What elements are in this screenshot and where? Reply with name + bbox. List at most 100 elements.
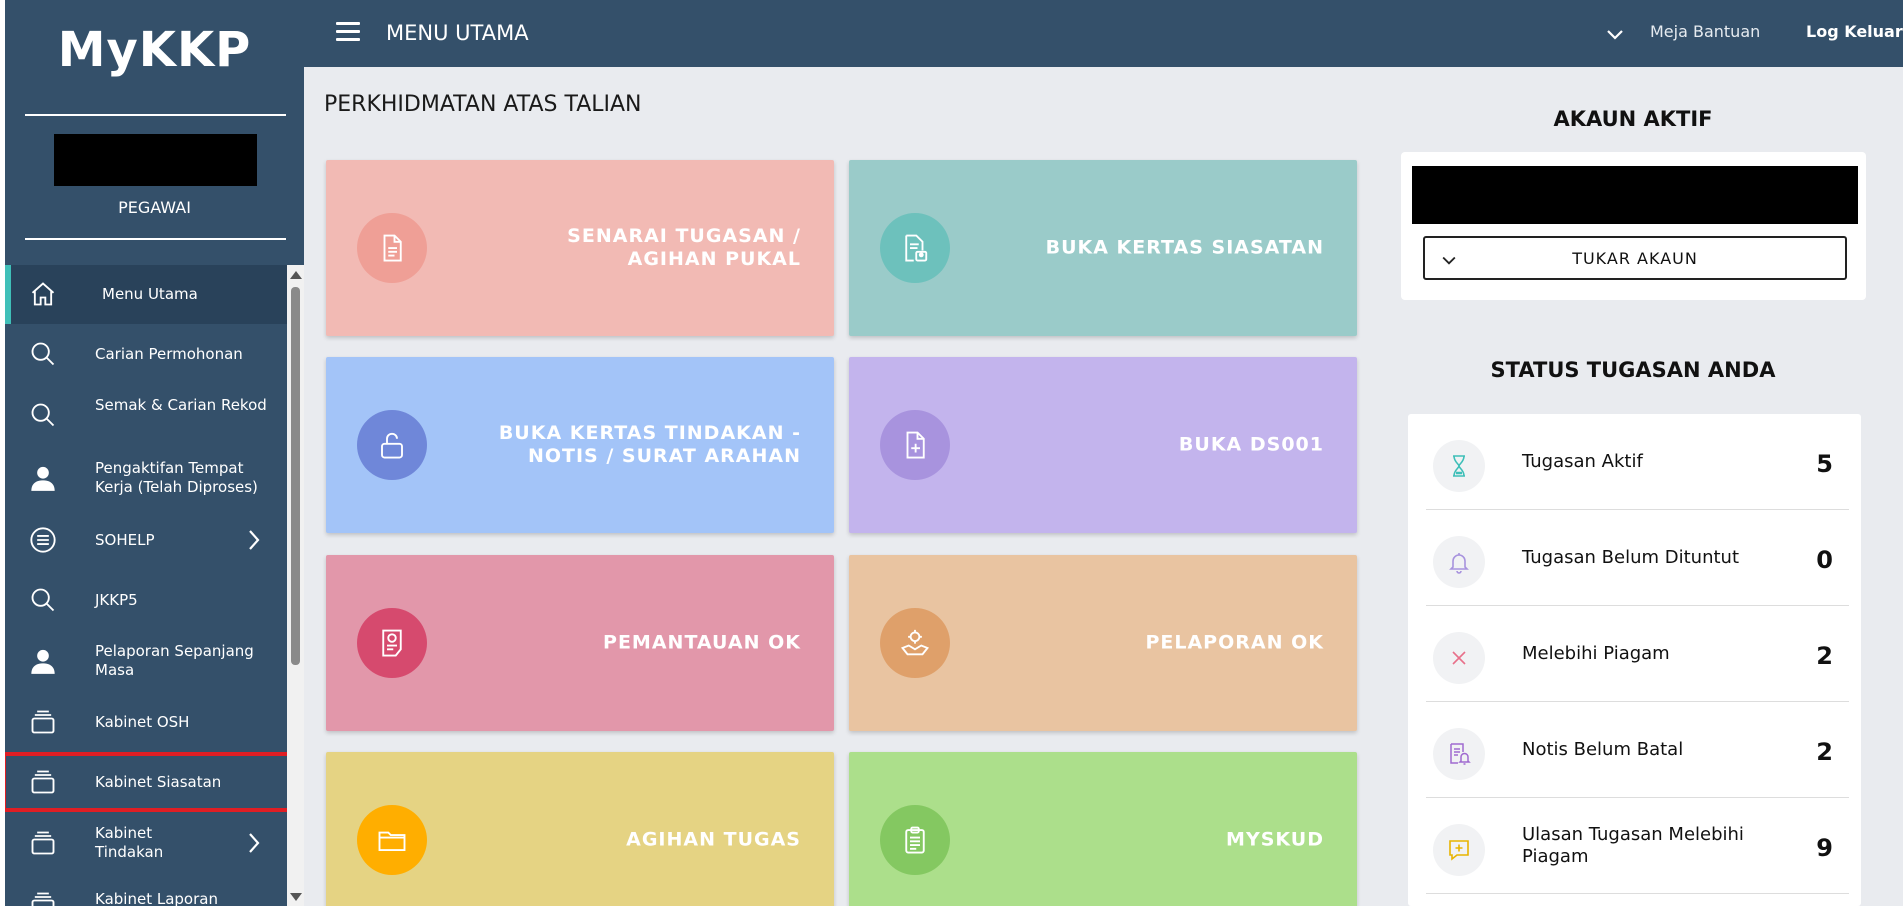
status-row-notis-belum-batal[interactable]: Notis Belum Batal 2 (1426, 702, 1849, 798)
status-label: Notis Belum Batal (1522, 739, 1684, 760)
chevron-right-icon (249, 833, 260, 853)
notice-icon (1433, 728, 1485, 780)
file-plus-icon (880, 410, 950, 480)
user-role: PEGAWAI (118, 198, 191, 217)
sidebar-item-pelaporan-sepanjang-masa[interactable]: Pelaporan Sepanjang Masa (5, 630, 287, 692)
help-desk-link[interactable]: Meja Bantuan (1650, 22, 1760, 41)
user-icon (27, 462, 59, 494)
document-user-icon (880, 213, 950, 283)
list-icon (27, 524, 59, 556)
hamburger-menu-icon[interactable] (336, 22, 362, 44)
tile-buka-kertas-siasatan[interactable]: BUKA KERTAS SIASATAN (849, 160, 1357, 336)
page-title: MENU UTAMA (386, 21, 529, 45)
scroll-up-arrow-icon[interactable] (290, 271, 302, 279)
tile-buka-ds001[interactable]: BUKA DS001 (849, 357, 1357, 533)
sidebar-item-sohelp[interactable]: SOHELP (5, 510, 287, 570)
sidebar-menu: Menu Utama Carian Permohonan Semak & Car… (5, 265, 287, 906)
chevron-right-icon (249, 530, 260, 550)
tile-label: MYSKUD (1226, 828, 1324, 851)
search-icon (27, 338, 59, 370)
switch-account-button[interactable]: TUKAR AKAUN (1423, 236, 1847, 280)
close-icon (1433, 632, 1485, 684)
sidebar-item-label: Kabinet Siasatan (95, 773, 222, 791)
logout-link[interactable]: Log Keluar (1806, 22, 1903, 41)
handshake-gear-icon (880, 608, 950, 678)
comment-plus-icon (1433, 824, 1485, 876)
sidebar: MyKKP PEGAWAI Menu Utama Carian Permohon… (0, 0, 304, 906)
sidebar-item-kabinet-tindakan[interactable]: Kabinet Tindakan (5, 812, 287, 874)
tile-agihan-tugas[interactable]: AGIHAN TUGAS (326, 752, 834, 906)
tile-label: SENARAI TUGASAN / AGIHAN PUKAL (567, 225, 801, 270)
active-account-title: AKAUN AKTIF (1553, 107, 1713, 131)
sidebar-item-label: Kabinet Laporan (95, 890, 218, 906)
status-row-ulasan-tugasan[interactable]: Ulasan Tugasan Melebihi Piagam 9 (1426, 798, 1849, 894)
tile-label: AGIHAN TUGAS (626, 828, 801, 851)
tile-pelaporan-ok[interactable]: PELAPORAN OK (849, 555, 1357, 731)
sidebar-item-label: Semak & Carian Rekod (95, 396, 267, 414)
sidebar-item-pengaktifan-tempat-kerja[interactable]: Pengaktifan Tempat Kerja (Telah Diproses… (5, 446, 287, 510)
bell-icon (1433, 536, 1485, 588)
sidebar-item-jkkp5[interactable]: JKKP5 (5, 570, 287, 630)
status-label: Tugasan Aktif (1522, 451, 1643, 472)
cabinet-icon (27, 706, 59, 738)
switch-account-label: TUKAR AKAUN (1572, 249, 1698, 268)
tile-label: BUKA DS001 (1178, 433, 1324, 456)
sidebar-item-label: JKKP5 (95, 591, 138, 609)
sidebar-item-kabinet-siasatan[interactable]: Kabinet Siasatan (5, 752, 287, 812)
divider (25, 238, 286, 240)
status-row-tugasan-aktif[interactable]: Tugasan Aktif 5 (1426, 414, 1849, 510)
clipboard-icon (880, 805, 950, 875)
sidebar-item-label: Carian Permohonan (95, 345, 243, 363)
sidebar-item-label: Pengaktifan Tempat Kerja (Telah Diproses… (95, 459, 258, 496)
unlock-icon (357, 410, 427, 480)
cabinet-icon (27, 827, 59, 859)
status-count: 2 (1816, 738, 1833, 766)
tile-label: BUKA KERTAS TINDAKAN - NOTIS / SURAT ARA… (498, 422, 801, 467)
sidebar-item-label: Kabinet Tindakan (95, 824, 164, 861)
status-row-tugasan-belum-dituntut[interactable]: Tugasan Belum Dituntut 0 (1426, 510, 1849, 606)
hourglass-icon (1433, 440, 1485, 492)
status-label: Ulasan Tugasan Melebihi Piagam (1522, 824, 1744, 867)
certificate-icon (357, 608, 427, 678)
section-title: PERKHIDMATAN ATAS TALIAN (324, 92, 642, 117)
tile-label: BUKA KERTAS SIASATAN (1045, 236, 1324, 259)
sidebar-item-label: Kabinet OSH (95, 713, 190, 731)
sidebar-item-kabinet-osh[interactable]: Kabinet OSH (5, 692, 287, 752)
scrollbar-thumb[interactable] (291, 287, 300, 665)
redacted-account-name (1412, 166, 1858, 224)
status-count: 5 (1816, 450, 1833, 478)
task-status-title: STATUS TUGASAN ANDA (1490, 358, 1776, 382)
cabinet-icon (27, 766, 59, 798)
chevron-down-icon[interactable] (1603, 22, 1627, 46)
search-icon (27, 584, 59, 616)
search-icon (27, 399, 59, 431)
status-count: 9 (1816, 834, 1833, 862)
task-status-card: Tugasan Aktif 5 Tugasan Belum Dituntut 0… (1408, 414, 1861, 906)
sidebar-item-label: Menu Utama (102, 285, 198, 303)
scroll-down-arrow-icon[interactable] (290, 893, 302, 901)
folder-icon (357, 805, 427, 875)
sidebar-item-semak-carian-rekod[interactable]: Semak & Carian Rekod (5, 384, 287, 446)
active-account-card: TUKAR AKAUN (1401, 152, 1866, 300)
topbar: MENU UTAMA Meja Bantuan Log Keluar (304, 0, 1903, 67)
sidebar-scrollbar[interactable] (287, 265, 304, 906)
home-icon (27, 278, 59, 310)
active-indicator (5, 265, 11, 324)
sidebar-item-carian-permohonan[interactable]: Carian Permohonan (5, 324, 287, 384)
divider (25, 114, 286, 116)
user-icon (27, 645, 59, 677)
app-logo[interactable]: MyKKP (5, 22, 304, 78)
sidebar-item-label: Pelaporan Sepanjang Masa (95, 642, 254, 679)
tile-pemantauan-ok[interactable]: PEMANTAUAN OK (326, 555, 834, 731)
tile-myskud[interactable]: MYSKUD (849, 752, 1357, 906)
redacted-username (54, 134, 257, 186)
status-label: Melebihi Piagam (1522, 643, 1670, 664)
sidebar-item-menu-utama[interactable]: Menu Utama (5, 265, 287, 324)
status-row-melebihi-piagam[interactable]: Melebihi Piagam 2 (1426, 606, 1849, 702)
status-count: 0 (1816, 546, 1833, 574)
status-count: 2 (1816, 642, 1833, 670)
tile-senarai-tugasan[interactable]: SENARAI TUGASAN / AGIHAN PUKAL (326, 160, 834, 336)
tile-label: PEMANTAUAN OK (603, 631, 801, 654)
tile-buka-kertas-tindakan[interactable]: BUKA KERTAS TINDAKAN - NOTIS / SURAT ARA… (326, 357, 834, 533)
sidebar-item-kabinet-laporan[interactable]: Kabinet Laporan (5, 874, 287, 906)
